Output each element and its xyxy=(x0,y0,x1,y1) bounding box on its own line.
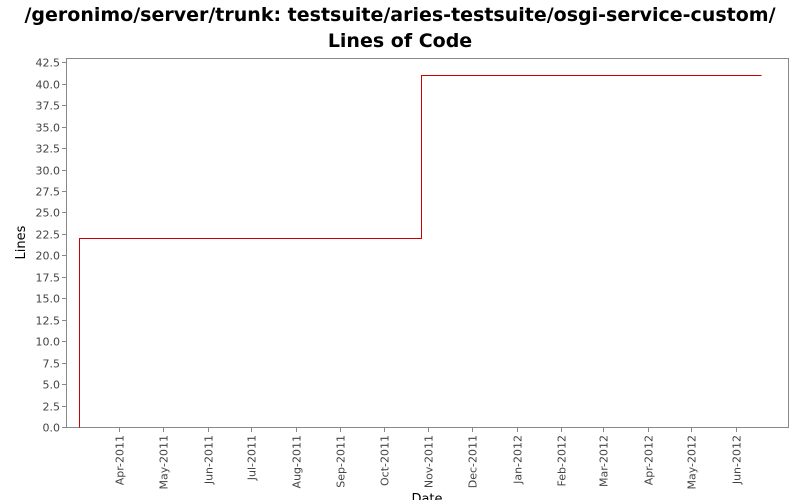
x-tick-label: Nov-2011 xyxy=(423,435,436,488)
plot-area xyxy=(66,58,789,428)
y-tick-label: 30.0 xyxy=(36,165,61,178)
x-axis-ticks: Apr-2011 May-2011 Jun-2011 Jul-2011 Aug-2011… xyxy=(114,427,744,490)
y-tick-label: 17.5 xyxy=(36,272,61,285)
y-tick-label: 15.0 xyxy=(36,293,61,306)
x-tick-label: Sep-2011 xyxy=(335,435,348,488)
x-tick-label: Oct-2011 xyxy=(379,435,392,486)
y-tick-label: 35.0 xyxy=(36,122,61,135)
x-tick-label: Jul-2011 xyxy=(246,435,259,481)
y-tick-label: 10.0 xyxy=(36,336,61,349)
y-tick-label: 12.5 xyxy=(36,315,61,328)
y-tick-label: 32.5 xyxy=(36,143,61,156)
y-tick-label: 2.5 xyxy=(43,401,61,414)
x-tick-label: Feb-2012 xyxy=(556,435,569,486)
line-chart: 0.0 2.5 5.0 7.5 10.0 12.5 15.0 17.5 20.0 22.5 25.0… xyxy=(14,57,789,500)
x-tick-label: Mar-2012 xyxy=(598,435,611,487)
y-axis-label: Lines xyxy=(14,225,29,259)
y-tick-label: 40.0 xyxy=(36,79,61,92)
x-tick-label: Apr-2012 xyxy=(643,435,656,485)
y-tick-label: 0.0 xyxy=(43,422,61,435)
y-tick-label: 25.0 xyxy=(36,207,61,220)
x-tick-label: Dec-2011 xyxy=(467,435,480,488)
y-tick-label: 5.0 xyxy=(43,379,61,392)
y-axis-ticks: 0.0 2.5 5.0 7.5 10.0 12.5 15.0 17.5 20.0 22.5 25.0… xyxy=(36,57,66,435)
y-tick-label: 42.5 xyxy=(36,57,61,70)
y-tick-label: 22.5 xyxy=(36,229,61,242)
y-tick-label: 37.5 xyxy=(36,100,61,113)
x-tick-label: May-2012 xyxy=(686,435,699,490)
x-tick-label: Jun-2011 xyxy=(203,435,216,485)
y-tick-label: 7.5 xyxy=(43,358,61,371)
x-tick-label: Jan-2012 xyxy=(512,435,525,485)
y-tick-label: 27.5 xyxy=(36,186,61,199)
x-axis-label: Date xyxy=(411,492,442,500)
x-tick-label: Apr-2011 xyxy=(114,435,127,485)
y-tick-label: 20.0 xyxy=(36,250,61,263)
x-tick-label: Aug-2011 xyxy=(291,435,304,488)
x-tick-label: Jun-2012 xyxy=(731,435,744,485)
x-tick-label: May-2011 xyxy=(158,435,171,490)
